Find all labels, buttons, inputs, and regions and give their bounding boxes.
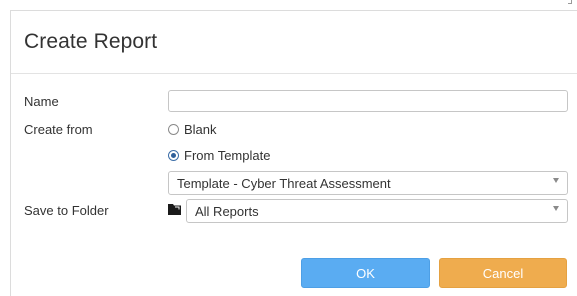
dialog-title: Create Report <box>24 30 158 53</box>
radio-from-template[interactable] <box>168 150 179 161</box>
ok-button[interactable]: OK <box>301 258 430 288</box>
folder-icon <box>168 204 181 215</box>
dialog-header: Create Report <box>11 11 577 74</box>
name-input[interactable] <box>168 90 568 112</box>
create-from-label: Create from <box>24 122 93 137</box>
cancel-button[interactable]: Cancel <box>439 258 567 288</box>
radio-template-option[interactable]: From Template <box>168 148 270 163</box>
name-label: Name <box>24 94 59 109</box>
radio-blank[interactable] <box>168 124 179 135</box>
template-select[interactable]: Template - Cyber Threat Assessment <box>168 171 568 195</box>
save-to-folder-label: Save to Folder <box>24 203 109 218</box>
template-select-value: Template - Cyber Threat Assessment <box>177 176 391 191</box>
folder-select[interactable]: All Reports <box>186 199 568 223</box>
chevron-down-icon <box>553 178 559 183</box>
create-report-dialog: Create Report Name Create from Blank Fro… <box>10 10 577 296</box>
folder-select-value: All Reports <box>195 204 259 219</box>
radio-blank-option[interactable]: Blank <box>168 122 217 137</box>
radio-template-label: From Template <box>184 148 271 163</box>
chevron-down-icon <box>553 206 559 211</box>
window-corner-marker <box>568 0 572 4</box>
radio-blank-label: Blank <box>184 122 217 137</box>
